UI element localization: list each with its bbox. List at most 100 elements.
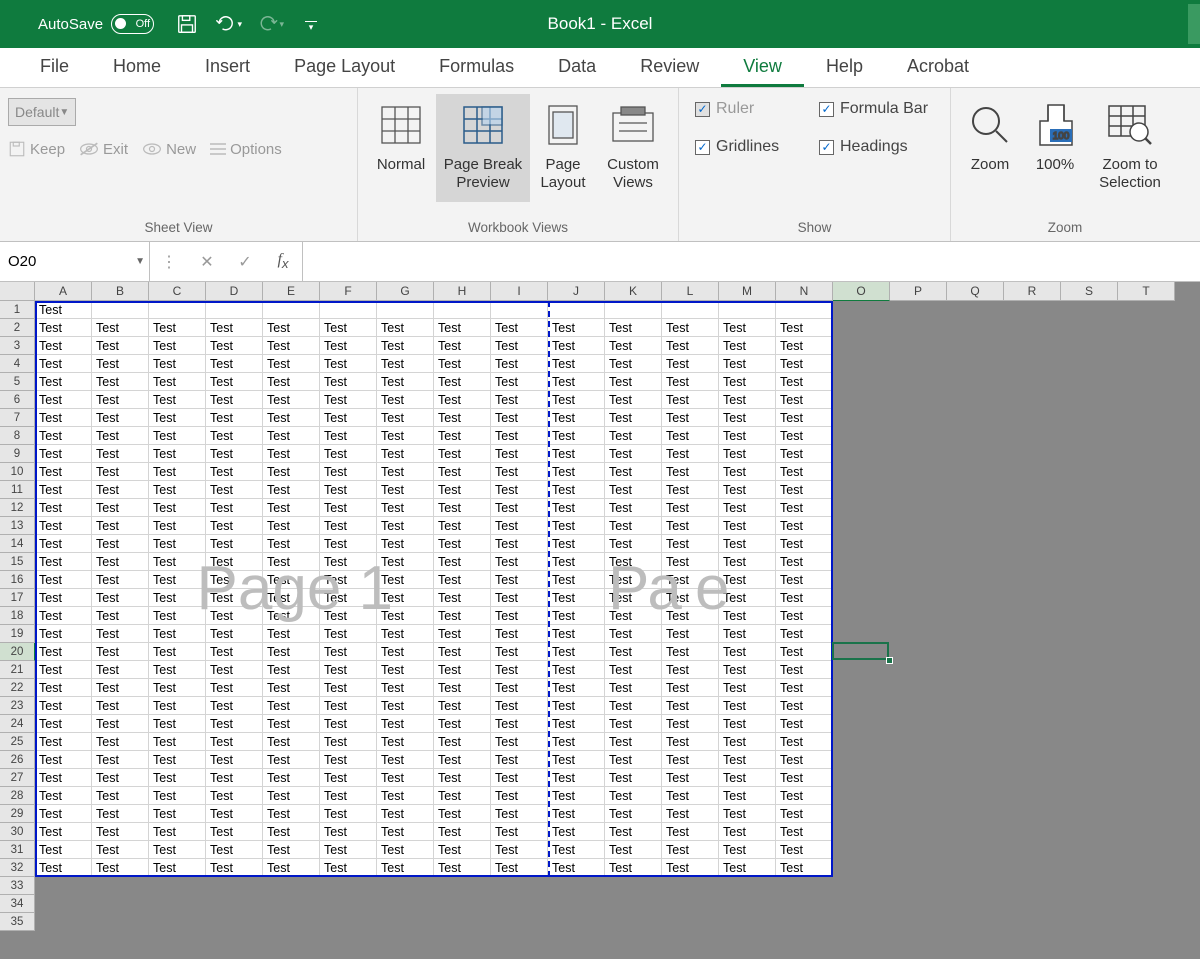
cell[interactable]: Test bbox=[719, 751, 776, 769]
cell[interactable]: Test bbox=[548, 355, 605, 373]
cell[interactable]: Test bbox=[206, 319, 263, 337]
cell[interactable]: Test bbox=[719, 859, 776, 877]
cell[interactable]: Test bbox=[263, 391, 320, 409]
cell[interactable]: Test bbox=[719, 427, 776, 445]
cell[interactable]: Test bbox=[149, 769, 206, 787]
cell[interactable]: Test bbox=[776, 589, 833, 607]
cell[interactable]: Test bbox=[434, 391, 491, 409]
cell[interactable]: Test bbox=[548, 571, 605, 589]
cell[interactable]: Test bbox=[92, 391, 149, 409]
cell[interactable]: Test bbox=[92, 499, 149, 517]
col-header-A[interactable]: A bbox=[35, 282, 92, 301]
cell[interactable]: Test bbox=[206, 571, 263, 589]
cell[interactable]: Test bbox=[719, 337, 776, 355]
cell[interactable]: Test bbox=[149, 535, 206, 553]
cell[interactable]: Test bbox=[719, 715, 776, 733]
cell[interactable]: Test bbox=[149, 409, 206, 427]
cell[interactable]: Test bbox=[491, 391, 548, 409]
cell[interactable]: Test bbox=[92, 751, 149, 769]
cell[interactable]: Test bbox=[491, 481, 548, 499]
cell[interactable]: Test bbox=[92, 373, 149, 391]
col-header-F[interactable]: F bbox=[320, 282, 377, 301]
cell[interactable]: Test bbox=[548, 589, 605, 607]
cell[interactable]: Test bbox=[263, 661, 320, 679]
cell[interactable]: Test bbox=[719, 463, 776, 481]
cell[interactable]: Test bbox=[662, 391, 719, 409]
row-header-30[interactable]: 30 bbox=[0, 823, 35, 841]
cell[interactable]: Test bbox=[491, 643, 548, 661]
cell[interactable]: Test bbox=[776, 859, 833, 877]
cell[interactable]: Test bbox=[92, 589, 149, 607]
cell[interactable]: Test bbox=[662, 445, 719, 463]
zoom-to-selection-button[interactable]: Zoom to Selection bbox=[1089, 94, 1171, 202]
cell[interactable]: Test bbox=[206, 481, 263, 499]
cell[interactable]: Test bbox=[35, 553, 92, 571]
cell[interactable]: Test bbox=[719, 355, 776, 373]
cell[interactable]: Test bbox=[149, 697, 206, 715]
cell[interactable]: Test bbox=[92, 427, 149, 445]
cell[interactable]: Test bbox=[434, 859, 491, 877]
cell[interactable] bbox=[776, 301, 833, 319]
cell[interactable]: Test bbox=[263, 481, 320, 499]
cell[interactable]: Test bbox=[92, 553, 149, 571]
cell[interactable]: Test bbox=[548, 823, 605, 841]
cell[interactable]: Test bbox=[320, 787, 377, 805]
cell[interactable]: Test bbox=[776, 841, 833, 859]
cell[interactable]: Test bbox=[662, 715, 719, 733]
cell[interactable]: Test bbox=[605, 679, 662, 697]
cell[interactable]: Test bbox=[92, 715, 149, 733]
cell[interactable]: Test bbox=[434, 337, 491, 355]
row-header-32[interactable]: 32 bbox=[0, 859, 35, 877]
cell[interactable]: Test bbox=[320, 715, 377, 733]
col-header-E[interactable]: E bbox=[263, 282, 320, 301]
cell[interactable]: Test bbox=[35, 427, 92, 445]
tab-acrobat[interactable]: Acrobat bbox=[885, 48, 991, 87]
cell[interactable]: Test bbox=[548, 607, 605, 625]
cell[interactable]: Test bbox=[263, 445, 320, 463]
row-header-16[interactable]: 16 bbox=[0, 571, 35, 589]
cell[interactable]: Test bbox=[605, 751, 662, 769]
cell[interactable] bbox=[662, 301, 719, 319]
page-layout-button[interactable]: Page Layout bbox=[530, 94, 596, 202]
cell[interactable]: Test bbox=[35, 301, 92, 319]
cell[interactable]: Test bbox=[548, 373, 605, 391]
cell[interactable]: Test bbox=[776, 409, 833, 427]
cell[interactable]: Test bbox=[605, 391, 662, 409]
cell[interactable]: Test bbox=[320, 607, 377, 625]
cell[interactable]: Test bbox=[320, 823, 377, 841]
cell[interactable]: Test bbox=[605, 517, 662, 535]
cell[interactable]: Test bbox=[149, 607, 206, 625]
cell[interactable]: Test bbox=[434, 499, 491, 517]
cell[interactable]: Test bbox=[35, 661, 92, 679]
cell[interactable]: Test bbox=[149, 787, 206, 805]
cell[interactable]: Test bbox=[149, 319, 206, 337]
cell[interactable]: Test bbox=[491, 373, 548, 391]
row-header-26[interactable]: 26 bbox=[0, 751, 35, 769]
cell[interactable]: Test bbox=[776, 643, 833, 661]
cell[interactable]: Test bbox=[434, 355, 491, 373]
cell[interactable]: Test bbox=[776, 823, 833, 841]
cell[interactable]: Test bbox=[35, 319, 92, 337]
cell[interactable]: Test bbox=[263, 373, 320, 391]
cell[interactable]: Test bbox=[263, 715, 320, 733]
row-header-18[interactable]: 18 bbox=[0, 607, 35, 625]
cell[interactable]: Test bbox=[320, 697, 377, 715]
cell[interactable]: Test bbox=[149, 355, 206, 373]
cell[interactable]: Test bbox=[149, 337, 206, 355]
cell[interactable]: Test bbox=[92, 643, 149, 661]
cell[interactable]: Test bbox=[35, 679, 92, 697]
col-header-M[interactable]: M bbox=[719, 282, 776, 301]
cell[interactable]: Test bbox=[206, 499, 263, 517]
tab-review[interactable]: Review bbox=[618, 48, 721, 87]
cell[interactable]: Test bbox=[776, 337, 833, 355]
cell[interactable]: Test bbox=[206, 625, 263, 643]
row-header-29[interactable]: 29 bbox=[0, 805, 35, 823]
cell[interactable]: Test bbox=[776, 679, 833, 697]
cell[interactable]: Test bbox=[206, 805, 263, 823]
cell[interactable]: Test bbox=[206, 823, 263, 841]
cell[interactable]: Test bbox=[263, 625, 320, 643]
cell[interactable]: Test bbox=[662, 499, 719, 517]
cell[interactable]: Test bbox=[206, 589, 263, 607]
col-header-L[interactable]: L bbox=[662, 282, 719, 301]
row-header-23[interactable]: 23 bbox=[0, 697, 35, 715]
